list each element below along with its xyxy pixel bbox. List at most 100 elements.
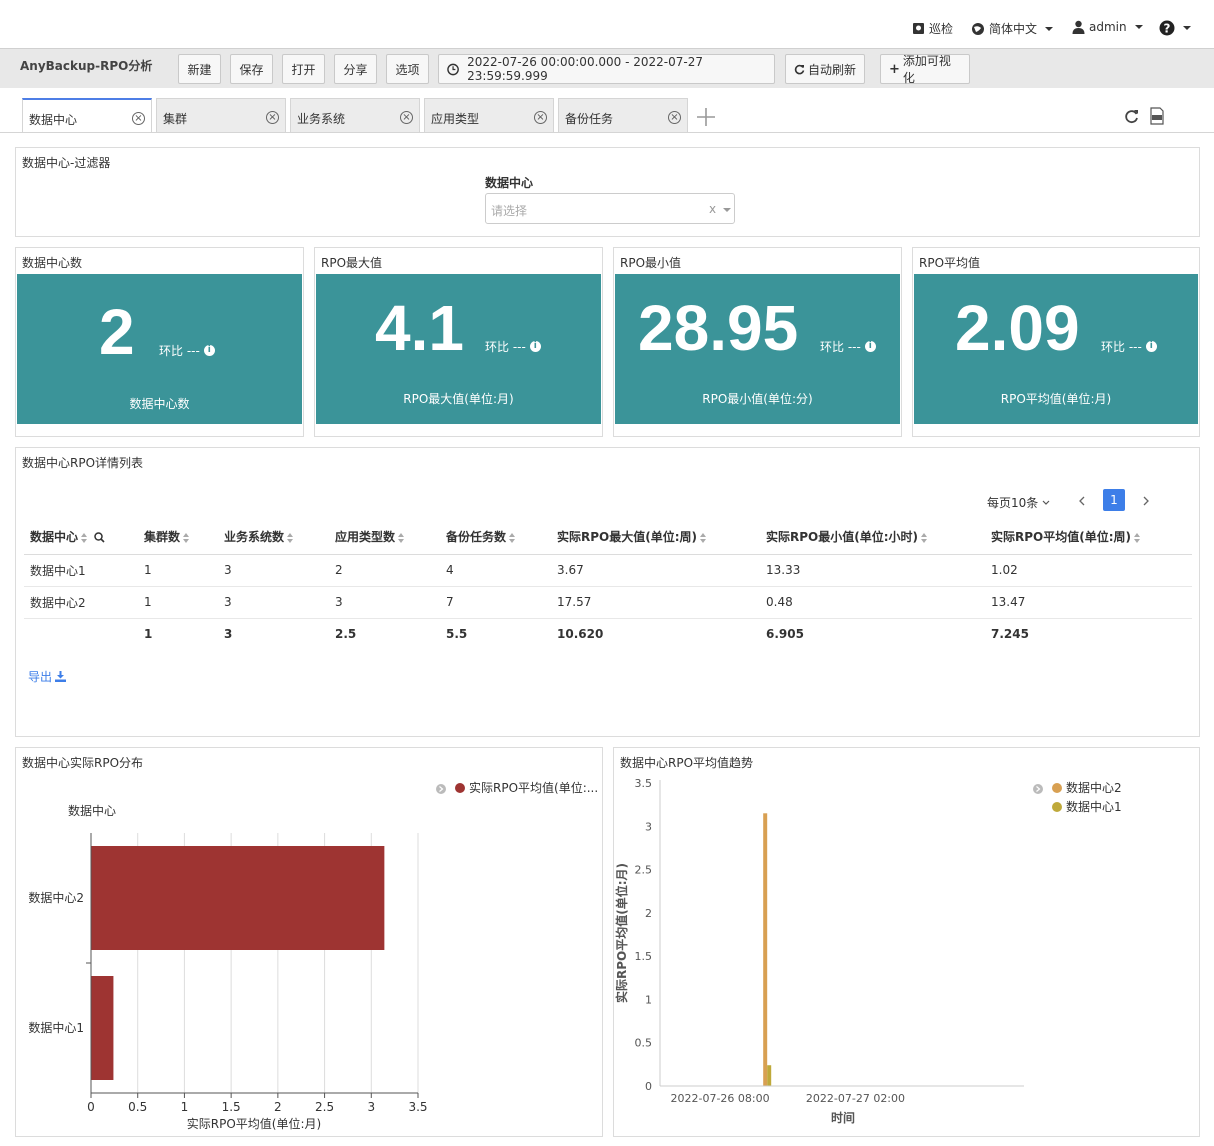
stat-panel-title: RPO平均值 bbox=[919, 256, 981, 270]
trend-bar[interactable] bbox=[763, 813, 768, 1086]
page-size-dropdown[interactable]: 每页10条 bbox=[987, 494, 1050, 511]
sort-icon[interactable] bbox=[921, 532, 928, 543]
tab-data-center[interactable]: 数据中心 × bbox=[22, 98, 152, 133]
sort-icon[interactable] bbox=[287, 532, 294, 543]
legend-swatch bbox=[455, 783, 465, 793]
table-cell: 3 bbox=[218, 586, 329, 619]
column-header[interactable]: 数据中心 bbox=[24, 520, 138, 555]
export-label: 导出 bbox=[28, 670, 53, 684]
stat-panel-rpo-max: RPO最大值 4.1 环比 --- i RPO最大值(单位:月) bbox=[314, 247, 603, 437]
legend[interactable]: 实际RPO平均值(单位:... bbox=[436, 780, 598, 795]
refresh-icon[interactable] bbox=[1124, 109, 1139, 124]
legend[interactable]: 数据中心2 数据中心1 bbox=[1033, 780, 1122, 814]
top-bar: 巡检 简体中文 admin ? bbox=[0, 0, 1214, 48]
column-header[interactable]: 应用类型数 bbox=[329, 520, 440, 555]
close-icon[interactable]: × bbox=[534, 111, 547, 124]
stat-ratio-label: 环比 --- bbox=[485, 340, 526, 354]
table-cell: 13.33 bbox=[760, 554, 985, 587]
share-button[interactable]: 分享 bbox=[334, 54, 377, 84]
x-tick-label: 1.5 bbox=[222, 1100, 241, 1114]
close-icon[interactable]: × bbox=[400, 111, 413, 124]
tab-business-system[interactable]: 业务系统 × bbox=[290, 98, 420, 133]
sort-icon[interactable] bbox=[509, 532, 516, 543]
tab-application-type[interactable]: 应用类型 × bbox=[424, 98, 554, 133]
new-button[interactable]: 新建 bbox=[178, 54, 221, 84]
add-visualization-button[interactable]: + 添加可视化 bbox=[880, 54, 970, 85]
auto-refresh-button[interactable]: 自动刷新 bbox=[785, 54, 865, 84]
table-cell: 3 bbox=[224, 627, 233, 642]
x-axis-title: 实际RPO平均值(单位:月) bbox=[187, 1116, 321, 1131]
trend-bar[interactable] bbox=[767, 1065, 772, 1086]
legend-label: 实际RPO平均值(单位:... bbox=[469, 780, 598, 795]
close-icon[interactable]: × bbox=[668, 111, 681, 124]
table-panel-title: 数据中心RPO详情列表 bbox=[22, 456, 144, 470]
column-header[interactable]: 实际RPO最大值(单位:周) bbox=[551, 520, 760, 555]
table-cell: 1.02 bbox=[985, 554, 1192, 587]
language-dropdown[interactable]: 简体中文 bbox=[971, 20, 1054, 37]
legend-toggle-icon[interactable] bbox=[1033, 784, 1043, 794]
column-header[interactable]: 实际RPO最小值(单位:小时) bbox=[760, 520, 985, 555]
tab-label: 备份任务 bbox=[565, 112, 614, 126]
y-tick-label: 3 bbox=[645, 820, 652, 833]
stat-box: 2.09 环比 --- i RPO平均值(单位:月) bbox=[914, 274, 1198, 424]
column-header[interactable]: 业务系统数 bbox=[218, 520, 329, 555]
select-placeholder: 请选择 bbox=[491, 204, 528, 218]
close-icon[interactable]: × bbox=[266, 111, 279, 124]
help-icon: ? bbox=[1159, 20, 1175, 36]
legend-toggle-icon[interactable] bbox=[436, 784, 446, 794]
sort-icon[interactable] bbox=[183, 532, 190, 543]
table-cell: 2.5 bbox=[335, 627, 357, 642]
svg-text:?: ? bbox=[1164, 22, 1171, 36]
x-tick-label: 0.5 bbox=[128, 1100, 147, 1114]
bar[interactable] bbox=[91, 846, 385, 950]
time-range-picker[interactable]: 2022-07-26 00:00:00.000 - 2022-07-27 23:… bbox=[438, 54, 775, 84]
column-header[interactable]: 备份任务数 bbox=[440, 520, 551, 555]
chevron-down-icon[interactable] bbox=[723, 208, 731, 212]
tab-backup-task[interactable]: 备份任务 × bbox=[558, 98, 688, 133]
inspect-button[interactable]: 巡检 bbox=[912, 20, 953, 37]
table-cell: 1 bbox=[138, 554, 218, 587]
column-header-label: 集群数 bbox=[144, 530, 181, 545]
search-icon[interactable] bbox=[94, 532, 105, 543]
sort-icon[interactable] bbox=[81, 532, 88, 543]
table-cell: 1 bbox=[138, 586, 218, 619]
stat-label: RPO最小值(单位:分) bbox=[702, 392, 813, 406]
sort-icon[interactable] bbox=[398, 532, 405, 543]
user-dropdown[interactable]: admin bbox=[1072, 20, 1143, 34]
clear-icon[interactable]: x bbox=[709, 202, 716, 216]
info-icon[interactable]: i bbox=[1145, 341, 1157, 352]
next-page-icon[interactable] bbox=[1142, 496, 1150, 506]
stat-ratio: 环比 --- i bbox=[820, 338, 876, 355]
save-button[interactable]: 保存 bbox=[230, 54, 273, 84]
open-button[interactable]: 打开 bbox=[282, 54, 325, 84]
sort-icon[interactable] bbox=[1134, 532, 1141, 543]
options-button[interactable]: 选项 bbox=[386, 54, 429, 84]
column-header[interactable]: 集群数 bbox=[138, 520, 218, 555]
help-dropdown[interactable]: ? bbox=[1159, 20, 1191, 36]
stat-ratio-label: 环比 --- bbox=[1101, 340, 1142, 354]
export-link[interactable]: 导出 bbox=[28, 668, 67, 685]
prev-page-icon[interactable] bbox=[1078, 496, 1086, 506]
info-icon[interactable]: i bbox=[529, 341, 541, 352]
filter-field-label: 数据中心 bbox=[485, 176, 534, 190]
column-header[interactable]: 实际RPO平均值(单位:周) bbox=[985, 520, 1192, 555]
data-center-select[interactable]: 请选择 x bbox=[485, 193, 735, 224]
toolbar: AnyBackup-RPO分析 新建 保存 打开 分享 选项 2022-07-2… bbox=[0, 48, 1214, 88]
legend-label-dc2: 数据中心2 bbox=[1066, 780, 1122, 795]
bar[interactable] bbox=[91, 976, 114, 1080]
y-tick-label: 2.5 bbox=[635, 864, 653, 877]
info-icon[interactable]: i bbox=[864, 341, 876, 352]
tab-cluster[interactable]: 集群 × bbox=[156, 98, 286, 133]
rpo-detail-table: 数据中心 集群数 业务系统数 应用类型数 备份任务数 实际RPO最大值(单位:周… bbox=[24, 520, 1192, 650]
y-axis-ticks: 0 0.5 1 1.5 2 2.5 3 3.5 bbox=[635, 777, 653, 1093]
table-cell: 2 bbox=[329, 554, 440, 587]
page-button-current[interactable]: 1 bbox=[1103, 489, 1125, 511]
pdf-export-icon[interactable] bbox=[1149, 107, 1165, 125]
table-cell: 4 bbox=[440, 554, 551, 587]
close-icon[interactable]: × bbox=[132, 112, 145, 125]
add-tab-icon[interactable] bbox=[696, 107, 716, 127]
table-cell bbox=[24, 618, 138, 650]
sort-icon[interactable] bbox=[700, 532, 707, 543]
stat-ratio: 环比 --- i bbox=[159, 342, 215, 359]
info-icon[interactable]: i bbox=[203, 345, 215, 356]
